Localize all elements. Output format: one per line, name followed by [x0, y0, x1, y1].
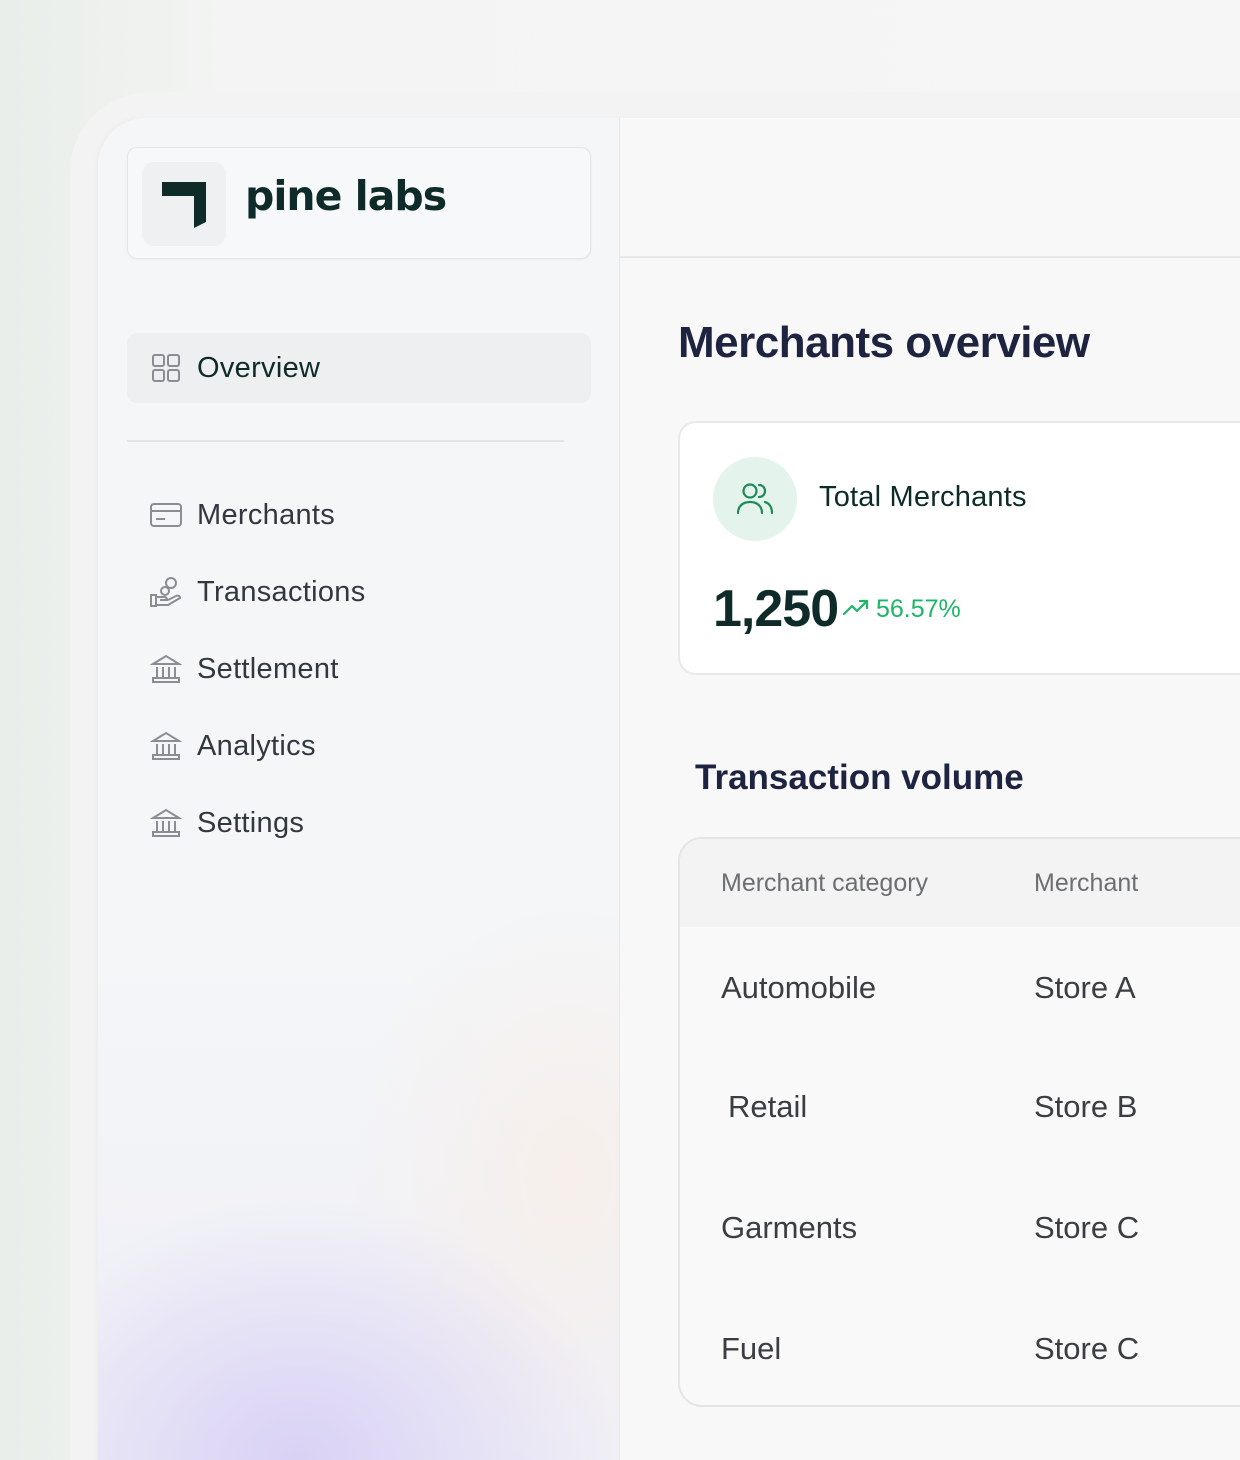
merchant-cell: Store C — [1034, 1210, 1140, 1245]
category-cell: Automobile — [721, 970, 877, 1005]
sidebar-item-analytics[interactable]: Analytics — [127, 716, 591, 776]
column-header[interactable]: Merchant — [1034, 869, 1138, 898]
sidebar-item-settings[interactable]: Settings — [127, 793, 591, 853]
trend-percentage: 56.57% — [876, 595, 961, 623]
sidebar-item-label: Merchants — [197, 498, 336, 531]
bank-icon — [149, 652, 183, 686]
app-window: pine labs Overview Merchants Transaction… — [98, 118, 1240, 1460]
sidebar-item-overview[interactable]: Overview — [127, 333, 591, 403]
sidebar-item-label: Settings — [197, 806, 305, 839]
logo-card[interactable]: pine labs — [127, 147, 591, 259]
merchant-cell: Store B — [1034, 1089, 1138, 1124]
stat-value: 1,250 — [713, 580, 839, 638]
merchant-cell: Store C — [1034, 1331, 1140, 1366]
category-cell: Garments — [721, 1210, 858, 1245]
page-title: Merchants overview — [678, 318, 1090, 367]
trend-up-icon — [842, 595, 870, 624]
table-header: Merchant category Merchant — [680, 839, 1240, 927]
stat-trend: 56.57% — [842, 595, 961, 624]
grid-icon — [149, 351, 183, 385]
bank-icon — [149, 729, 183, 763]
sidebar-item-label: Settlement — [197, 652, 339, 685]
sidebar-item-transactions[interactable]: Transactions — [127, 562, 591, 622]
hand-coins-icon — [149, 575, 183, 609]
section-title: Transaction volume — [695, 758, 1024, 797]
category-cell: Retail — [728, 1089, 808, 1124]
bank-icon — [149, 806, 183, 840]
merchant-cell: Store A — [1034, 970, 1136, 1005]
main-content: Merchants overview Total Merchants 1,250 — [620, 118, 1240, 1460]
sidebar-item-label: Analytics — [197, 729, 316, 762]
transaction-volume-table: Merchant category Merchant Automobile St… — [678, 837, 1240, 1407]
card-icon — [149, 498, 183, 532]
column-header[interactable]: Merchant category — [721, 869, 928, 898]
category-cell: Fuel — [721, 1331, 782, 1366]
sidebar-item-merchants[interactable]: Merchants — [127, 485, 591, 545]
total-merchants-card[interactable]: Total Merchants 1,250 56.57% — [678, 421, 1240, 675]
sidebar-item-settlement[interactable]: Settlement — [127, 639, 591, 699]
pine-labs-logo-icon — [142, 162, 226, 246]
brand-name: pine labs — [245, 172, 447, 220]
users-icon — [713, 457, 797, 541]
top-bar — [620, 118, 1240, 258]
sidebar: pine labs Overview Merchants Transaction… — [98, 118, 620, 1460]
sidebar-divider — [127, 440, 564, 442]
stat-label: Total Merchants — [819, 481, 1027, 513]
sidebar-item-label: Overview — [197, 351, 321, 384]
sidebar-item-label: Transactions — [197, 575, 366, 608]
